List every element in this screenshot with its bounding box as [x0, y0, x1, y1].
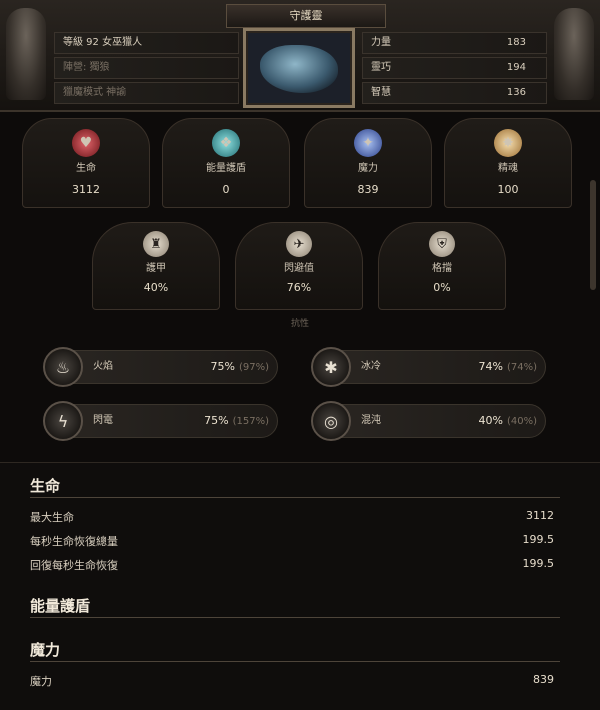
attribute-value: 136: [506, 87, 526, 98]
character-info: 等級 92 女巫獵人 陣營: 獨狼 獵魔模式 神諭: [54, 32, 239, 107]
defense-block[interactable]: ⛨ 格擋 0%: [378, 222, 506, 310]
evasion-icon: ✈: [286, 231, 312, 257]
defense-label: 護甲: [146, 263, 166, 274]
defense-value: 40%: [143, 281, 169, 294]
section-divider: [30, 661, 560, 662]
attribute-value: 183: [506, 37, 526, 48]
resistance-chaos[interactable]: ◎ 混沌 40% (40%): [311, 401, 546, 441]
detail-value: 839: [533, 673, 554, 686]
statue-right-icon: [554, 8, 594, 100]
detail-label: 每秒生命恢復總量: [30, 535, 118, 548]
defense-label: 格擋: [432, 263, 452, 274]
detail-label: 魔力: [30, 675, 52, 688]
stat-value: 3112: [72, 183, 100, 196]
resistance-label: 混沌: [361, 415, 381, 426]
cold-icon: ✱: [311, 347, 351, 387]
stat-mana[interactable]: ✦ 魔力 839: [304, 118, 432, 208]
resistance-value: 75% (97%): [210, 360, 269, 373]
detail-row: 回復每秒生命恢復 199.5: [30, 557, 554, 573]
panel-title: 守護靈: [226, 4, 386, 28]
defense-evasion[interactable]: ✈ 閃避值 76%: [235, 222, 363, 310]
resistance-cold[interactable]: ✱ 冰冷 74% (74%): [311, 347, 546, 387]
attribute-intelligence: 智慧 136: [362, 82, 547, 104]
stat-value: 100: [497, 183, 519, 196]
character-mode: 獵魔模式 神諭: [54, 82, 239, 104]
resistance-lightning[interactable]: ϟ 閃電 75% (157%): [43, 401, 278, 441]
attribute-strength: 力量 183: [362, 32, 547, 54]
detail-label: 最大生命: [30, 511, 74, 524]
lightning-icon: ϟ: [43, 401, 83, 441]
resistance-label: 冰冷: [361, 361, 381, 372]
attribute-label: 靈巧: [371, 62, 391, 73]
character-portrait[interactable]: [243, 28, 355, 108]
spirit-icon: ✸: [494, 129, 522, 157]
scrollbar[interactable]: [590, 180, 596, 290]
stat-label: 能量護盾: [206, 163, 246, 174]
detail-value: 199.5: [522, 557, 555, 570]
armor-icon: ♜: [143, 231, 169, 257]
defense-label: 閃避值: [284, 263, 314, 274]
attribute-dexterity: 靈巧 194: [362, 57, 547, 79]
detail-row: 魔力 839: [30, 673, 554, 689]
character-header: 守護靈 等級 92 女巫獵人 陣營: 獨狼 獵魔模式 神諭 力量 183 靈巧 …: [0, 0, 600, 112]
stat-value: 0: [222, 183, 230, 196]
defense-armor[interactable]: ♜ 護甲 40%: [92, 222, 220, 310]
character-faction: 陣營: 獨狼: [54, 57, 239, 79]
fire-icon: ♨: [43, 347, 83, 387]
section-title-life: 生命: [30, 477, 61, 495]
resistance-value: 74% (74%): [478, 360, 537, 373]
resistance-value: 75% (157%): [204, 414, 269, 427]
details-panel: 生命 最大生命 3112 每秒生命恢復總量 199.5 回復每秒生命恢復 199…: [0, 462, 600, 710]
defense-value: 76%: [286, 281, 312, 294]
block-icon: ⛨: [429, 231, 455, 257]
resistance-value: 40% (40%): [478, 414, 537, 427]
section-divider: [30, 497, 560, 498]
shield-energy-icon: ❖: [212, 129, 240, 157]
character-level-class: 等級 92 女巫獵人: [54, 32, 239, 54]
section-title-energy-shield: 能量護盾: [30, 597, 91, 615]
chaos-icon: ◎: [311, 401, 351, 441]
section-divider: [30, 617, 560, 618]
stat-spirit[interactable]: ✸ 精魂 100: [444, 118, 572, 208]
resistance-fire[interactable]: ♨ 火焰 75% (97%): [43, 347, 278, 387]
stat-value: 839: [357, 183, 379, 196]
defense-value: 0%: [433, 281, 451, 294]
resistances-caption: 抗性: [290, 319, 309, 329]
stat-energy-shield[interactable]: ❖ 能量護盾 0: [162, 118, 290, 208]
detail-row: 每秒生命恢復總量 199.5: [30, 533, 554, 549]
detail-value: 3112: [526, 509, 554, 522]
stat-label: 魔力: [358, 163, 378, 174]
detail-value: 199.5: [522, 533, 555, 546]
detail-label: 回復每秒生命恢復: [30, 559, 118, 572]
attributes-list: 力量 183 靈巧 194 智慧 136: [362, 32, 547, 107]
heart-icon: ♥: [72, 129, 100, 157]
attribute-label: 智慧: [371, 87, 391, 98]
stat-label: 生命: [76, 163, 96, 174]
resistance-label: 閃電: [93, 415, 113, 426]
mana-icon: ✦: [354, 129, 382, 157]
resistance-label: 火焰: [93, 361, 113, 372]
attribute-value: 194: [506, 62, 526, 73]
attribute-label: 力量: [371, 37, 391, 48]
stat-life[interactable]: ♥ 生命 3112: [22, 118, 150, 208]
detail-row: 最大生命 3112: [30, 509, 554, 525]
section-title-mana: 魔力: [30, 641, 61, 659]
helmet-icon: [260, 45, 338, 93]
statue-left-icon: [6, 8, 46, 100]
stat-label: 精魂: [498, 163, 518, 174]
